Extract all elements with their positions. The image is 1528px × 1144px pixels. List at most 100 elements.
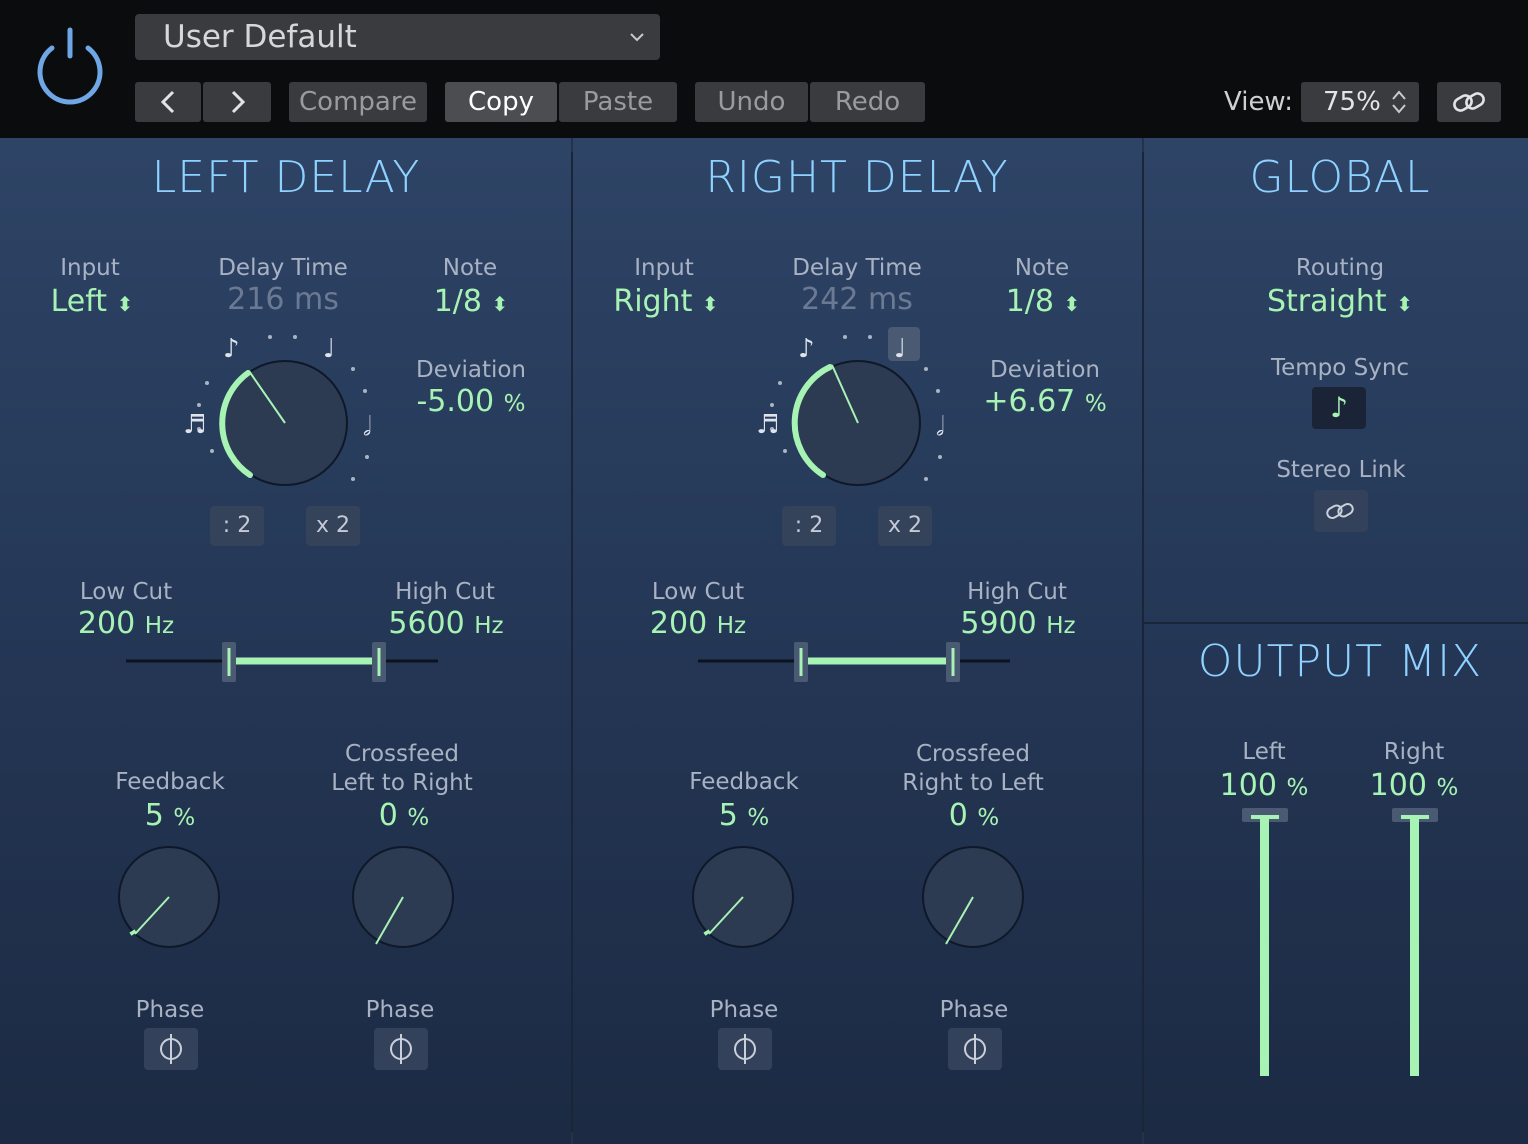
right-note-select[interactable]: 1/8 ⬍: [978, 284, 1108, 322]
left-crossfeed-number: 0: [378, 798, 398, 833]
left-input-label: Input: [60, 255, 120, 281]
left-crossfeed-knob[interactable]: [348, 842, 458, 952]
right-deviation-value[interactable]: +6.67 %: [970, 384, 1120, 422]
undo-button[interactable]: Undo: [695, 82, 808, 122]
right-feedback-phase-button[interactable]: [718, 1028, 772, 1070]
left-feedback-knob[interactable]: [114, 842, 224, 952]
stereo-link-label: Stereo Link: [1276, 457, 1406, 483]
left-delay-time-knob[interactable]: ♬ ♪ ♩ 𝅗𝅥: [155, 325, 415, 525]
phase-invert-icon: [160, 1034, 182, 1064]
stepper-icon: [1392, 90, 1406, 114]
section-divider: [571, 152, 573, 1132]
right-low-cut-label: Low Cut: [651, 579, 745, 605]
output-right-fader[interactable]: [1390, 806, 1440, 1076]
half-note-icon: 𝅗𝅥: [936, 412, 944, 442]
left-low-cut-unit: Hz: [144, 613, 175, 639]
output-right-value: 100 %: [1354, 768, 1474, 806]
left-deviation-number: -5.00: [416, 384, 495, 419]
sixteenth-note-icon: ♬: [756, 410, 779, 440]
left-high-cut-number: 5600: [388, 606, 465, 641]
chevron-left-icon: [160, 90, 175, 114]
copy-button[interactable]: Copy: [445, 82, 557, 122]
redo-button[interactable]: Redo: [810, 82, 925, 122]
left-note-select[interactable]: 1/8 ⬍: [406, 284, 536, 322]
output-right-number: 100: [1369, 768, 1427, 803]
left-feedback-phase-button[interactable]: [144, 1028, 198, 1070]
left-half-time-button[interactable]: : 2: [210, 506, 264, 546]
output-mix-title: OUTPUT MIX: [1197, 636, 1483, 687]
right-feedback-number: 5: [718, 798, 738, 833]
right-high-cut-number: 5900: [960, 606, 1037, 641]
stepper-icon: ⬍: [491, 292, 509, 316]
preset-name: User Default: [163, 19, 357, 55]
stepper-icon: ⬍: [1396, 292, 1413, 316]
section-divider: [1144, 622, 1528, 624]
previous-preset-button[interactable]: [135, 82, 201, 122]
eighth-note-icon: ♪: [798, 334, 815, 364]
right-filter-range-slider[interactable]: [694, 638, 1014, 688]
left-low-cut-label: Low Cut: [79, 579, 173, 605]
left-feedback-label: Feedback: [115, 769, 225, 795]
left-crossfeed-phase-button[interactable]: [374, 1028, 428, 1070]
tempo-sync-label: Tempo Sync: [1270, 355, 1410, 381]
right-input-select[interactable]: Right ⬍: [596, 284, 736, 322]
right-input-label: Input: [634, 255, 694, 281]
power-icon[interactable]: [30, 26, 110, 105]
preset-menu[interactable]: User Default: [135, 14, 660, 60]
right-double-time-button[interactable]: x 2: [878, 506, 932, 546]
stepper-icon: ⬍: [116, 292, 134, 316]
section-divider: [1142, 152, 1144, 1132]
right-deviation-label: Deviation: [989, 357, 1100, 383]
right-delay-time-label: Delay Time: [792, 255, 922, 281]
right-low-cut-number: 200: [649, 606, 708, 641]
left-high-cut-label: High Cut: [395, 579, 495, 605]
stepper-icon: ⬍: [701, 292, 719, 316]
view-zoom-select[interactable]: 75%: [1301, 82, 1419, 122]
output-left-value: 100 %: [1204, 768, 1324, 806]
routing-label: Routing: [1295, 255, 1385, 281]
right-feedback-value: 5 %: [674, 798, 814, 836]
tempo-sync-button[interactable]: ♪: [1312, 387, 1366, 429]
right-deviation-unit: %: [1084, 391, 1107, 417]
left-delay-time-label: Delay Time: [218, 255, 348, 281]
plugin-header: User Default Compare Copy Paste Undo Red…: [0, 0, 1528, 138]
routing-value: Straight: [1267, 284, 1387, 319]
left-double-time-button[interactable]: x 2: [306, 506, 360, 546]
output-left-unit: %: [1286, 775, 1309, 801]
right-half-time-button[interactable]: : 2: [782, 506, 836, 546]
right-delay-time-knob[interactable]: ♬ ♪ ♩ 𝅗𝅥: [728, 325, 988, 525]
right-high-cut-label: High Cut: [967, 579, 1067, 605]
eighth-note-icon: ♪: [223, 334, 240, 364]
quarter-note-icon: ♩: [894, 334, 906, 364]
output-right-label: Right: [1383, 739, 1445, 765]
eighth-note-icon: ♪: [1330, 391, 1348, 424]
right-note-value: 1/8: [1005, 284, 1054, 319]
phase-invert-icon: [964, 1034, 986, 1064]
routing-select[interactable]: Straight ⬍: [1240, 284, 1440, 322]
left-feedback-phase-label: Phase: [135, 997, 205, 1023]
right-crossfeed-unit: %: [977, 805, 1000, 831]
half-note-icon: 𝅗𝅥: [363, 412, 371, 442]
right-crossfeed-phase-button[interactable]: [948, 1028, 1002, 1070]
right-crossfeed-label-line1: Crossfeed: [915, 741, 1031, 767]
compare-button[interactable]: Compare: [289, 82, 427, 122]
left-deviation-value[interactable]: -5.00 %: [396, 384, 546, 422]
left-crossfeed-label: Crossfeed Left to Right: [320, 740, 484, 798]
right-feedback-knob[interactable]: [688, 842, 798, 952]
output-left-fader[interactable]: [1240, 806, 1290, 1076]
link-icon: [1453, 92, 1485, 112]
left-input-select[interactable]: Left ⬍: [30, 284, 154, 322]
output-left-number: 100: [1219, 768, 1277, 803]
next-preset-button[interactable]: [203, 82, 271, 122]
right-crossfeed-knob[interactable]: [918, 842, 1028, 952]
right-deviation-number: +6.67: [983, 384, 1076, 419]
right-delay-title: RIGHT DELAY: [705, 152, 1009, 203]
left-filter-range-slider[interactable]: [122, 638, 442, 688]
stereo-link-button[interactable]: [1314, 490, 1368, 532]
left-high-cut-unit: Hz: [474, 613, 504, 639]
right-crossfeed-number: 0: [948, 798, 968, 833]
left-feedback-number: 5: [144, 798, 164, 833]
quarter-note-icon: ♩: [323, 334, 335, 364]
paste-button[interactable]: Paste: [559, 82, 677, 122]
link-button[interactable]: [1437, 82, 1501, 122]
